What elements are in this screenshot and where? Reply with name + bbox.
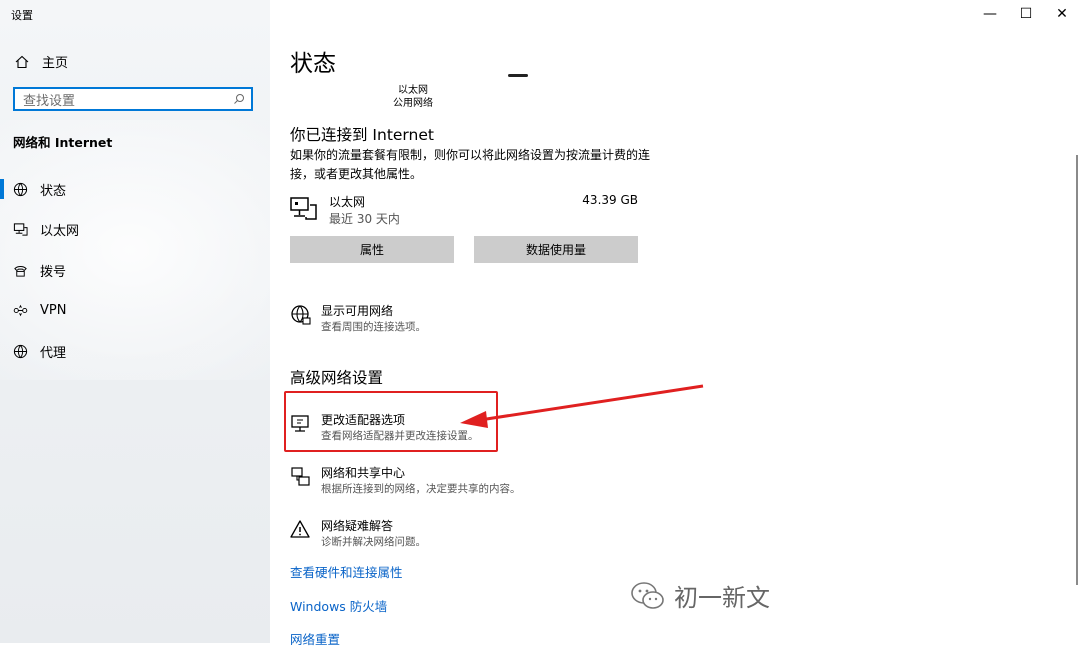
show-networks-desc: 查看周围的连接选项。 [321, 321, 426, 333]
sidebar-item-dialup[interactable]: 拨号 [0, 250, 270, 290]
data-usage-button[interactable]: 数据使用量 [474, 236, 638, 263]
network-diagram-label: 以太网 公用网络 [393, 84, 433, 110]
show-networks-title: 显示可用网络 [321, 304, 394, 318]
connected-description: 如果你的流量套餐有限制，则你可以将此网络设置为按流量计费的连接，或者更改其他属性… [290, 148, 651, 181]
search-icon [234, 94, 244, 104]
globe-icon [12, 343, 28, 359]
sidebar-item-proxy[interactable]: 代理 [0, 331, 270, 371]
dialup-icon [12, 262, 28, 278]
status-icon [12, 181, 28, 197]
sidebar-item-label: 以太网 [40, 223, 80, 239]
main-panel: — ☐ ✕ 状态 以太网 公用网络 你已连接到 Internet 如果你的流量套… [270, 0, 1080, 647]
sidebar-item-vpn[interactable]: VPN [0, 290, 270, 330]
sidebar-item-label: 代理 [40, 345, 67, 361]
search-placeholder: 查找设置 [23, 93, 76, 109]
wechat-icon [631, 581, 664, 609]
sidebar-item-label: 状态 [40, 183, 67, 199]
search-input[interactable]: 查找设置 [13, 87, 253, 111]
section-title: 网络和 Internet [13, 135, 113, 150]
advanced-heading: 高级网络设置 [290, 369, 384, 387]
sidebar-item-label: 拨号 [40, 264, 67, 280]
window-title: 设置 [11, 9, 33, 22]
troubleshoot-desc: 诊断并解决网络问题。 [321, 536, 426, 548]
ethernet-usage: 43.39 GB [582, 193, 638, 207]
ethernet-period: 最近 30 天内 [329, 212, 400, 226]
window-controls: — ☐ ✕ [972, 0, 1080, 28]
minimize-button[interactable]: — [972, 0, 1008, 28]
network-type: 公用网络 [393, 98, 433, 109]
sidebar-item-status[interactable]: 状态 [0, 169, 270, 209]
properties-button[interactable]: 属性 [290, 236, 454, 263]
globe-network-icon [291, 305, 311, 325]
sharing-center-icon [291, 467, 310, 486]
troubleshoot-link[interactable]: 网络疑难解答 诊断并解决网络问题。 [290, 517, 610, 553]
ethernet-icon [12, 221, 28, 237]
sharing-center-title: 网络和共享中心 [321, 466, 406, 480]
troubleshoot-title: 网络疑难解答 [321, 519, 394, 533]
page-title: 状态 [290, 51, 336, 77]
vpn-icon [12, 302, 28, 318]
ethernet-usage-row: 以太网 最近 30 天内 43.39 GB [290, 193, 638, 229]
home-label: 主页 [42, 56, 69, 71]
home-link[interactable]: 主页 [14, 52, 68, 71]
annotation-highlight-box [284, 391, 498, 452]
connected-heading: 你已连接到 Internet [290, 126, 434, 144]
scrollbar[interactable] [1076, 155, 1078, 585]
network-reset-link[interactable]: 网络重置 [290, 629, 340, 648]
sidebar: 设置 主页 查找设置 网络和 Internet 状态 以太网 拨号 VPN 代理 [0, 0, 270, 643]
ethernet-name: 以太网 [329, 195, 366, 209]
network-diagram-fragment [508, 74, 528, 77]
maximize-button[interactable]: ☐ [1008, 0, 1044, 28]
warning-icon [290, 520, 310, 538]
sidebar-item-label: VPN [40, 302, 67, 318]
close-button[interactable]: ✕ [1044, 0, 1080, 28]
sharing-center-link[interactable]: 网络和共享中心 根据所连接到的网络，决定要共享的内容。 [290, 464, 610, 500]
ethernet-icon [290, 197, 317, 220]
sharing-center-desc: 根据所连接到的网络，决定要共享的内容。 [321, 483, 521, 495]
watermark: 初一新文 [630, 578, 770, 613]
watermark-text: 初一新文 [674, 584, 770, 612]
hardware-properties-link[interactable]: 查看硬件和连接属性 [290, 562, 403, 581]
home-icon [15, 55, 29, 68]
firewall-link[interactable]: Windows 防火墙 [290, 596, 387, 615]
show-networks-link[interactable]: 显示可用网络 查看周围的连接选项。 [290, 302, 610, 338]
network-name: 以太网 [398, 85, 428, 96]
sidebar-item-ethernet[interactable]: 以太网 [0, 209, 270, 249]
